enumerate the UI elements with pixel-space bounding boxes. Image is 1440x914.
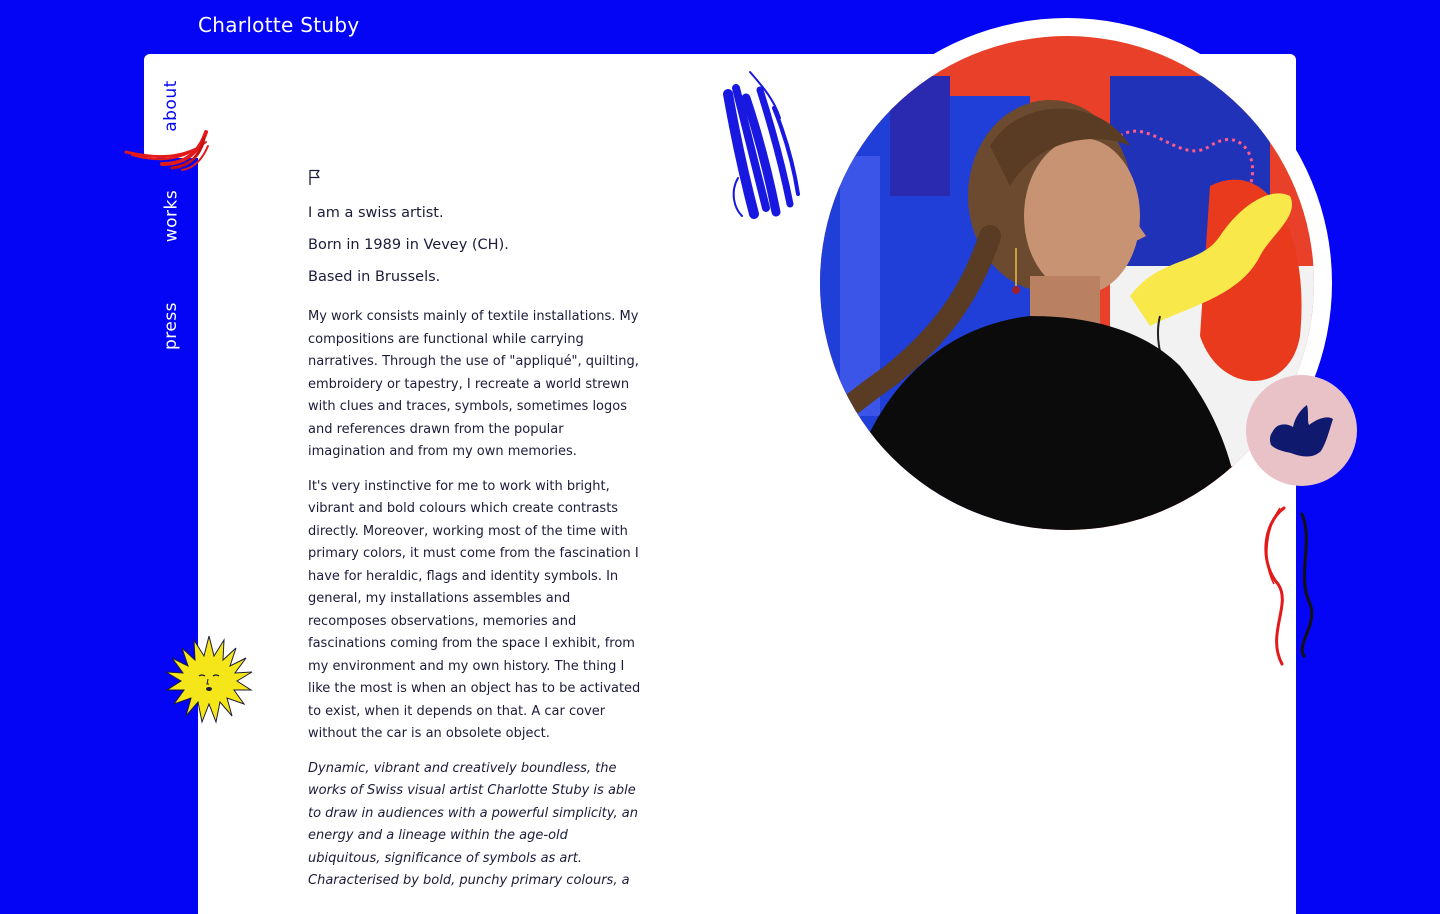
vertical-nav: about works press	[144, 54, 198, 374]
nav-item-press[interactable]: press	[144, 292, 198, 360]
about-content: I am a swiss artist. Born in 1989 in Vev…	[308, 168, 644, 893]
nav-label-about: about	[161, 80, 181, 132]
intro-birth: Born in 1989 in Vevey (CH).	[308, 237, 509, 253]
nav-item-about[interactable]: about	[144, 54, 198, 158]
press-quote: Dynamic, vibrant and creatively boundles…	[308, 760, 638, 866]
hand-shape-icon	[1269, 404, 1333, 456]
flag-icon	[309, 169, 320, 185]
intro-location: Based in Brussels.	[308, 269, 441, 285]
nav-label-works: works	[161, 189, 181, 243]
intro-nationality: I am a swiss artist.	[308, 205, 444, 221]
bio-paragraph: My work consists mainly of textile insta…	[308, 309, 639, 459]
site-title[interactable]: Charlotte Stuby	[198, 13, 360, 37]
nav-item-works[interactable]: works	[144, 182, 198, 250]
artist-portrait-photo	[820, 36, 1314, 530]
nav-label-press: press	[161, 301, 181, 351]
press-quote: Characterised by bold, punchy primary co…	[308, 873, 630, 888]
hand-badge	[1246, 375, 1357, 486]
bio-paragraph: It's very instinctive for me to work wit…	[308, 478, 641, 742]
